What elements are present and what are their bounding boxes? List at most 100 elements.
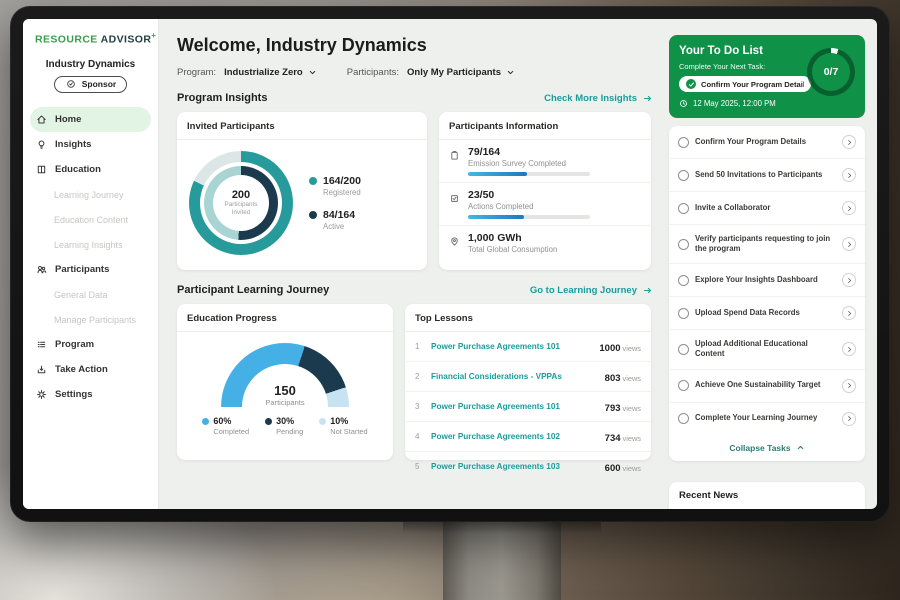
sidebar-item-education[interactable]: Education [23, 157, 158, 182]
todo-summary-card: Your To Do List Complete Your Next Task:… [669, 35, 865, 118]
task-open-button[interactable] [842, 237, 856, 251]
collapse-tasks-button[interactable]: Collapse Tasks [669, 435, 865, 461]
learning-journey-section-header: Participant Learning Journey Go to Learn… [177, 284, 653, 296]
task-open-button[interactable] [842, 273, 856, 287]
sidebar-item-settings[interactable]: Settings [23, 382, 158, 407]
card-title: Participants Information [439, 112, 651, 140]
task-row[interactable]: Send 50 Invitations to Participants [669, 159, 865, 192]
card-title: Invited Participants [177, 112, 427, 140]
program-select[interactable]: Industrialize Zero [224, 67, 317, 78]
link-label: Go to Learning Journey [530, 285, 637, 296]
task-open-button[interactable] [842, 412, 856, 426]
brand-resource: RESOURCE [35, 34, 98, 46]
go-to-learning-journey-link[interactable]: Go to Learning Journey [530, 285, 653, 296]
task-row[interactable]: Explore Your Insights Dashboard [669, 264, 865, 297]
task-open-button[interactable] [842, 379, 856, 393]
monitor-bezel: RESOURCE ADVISOR+ Industry Dynamics Spon… [10, 6, 890, 522]
participants-select-value: Only My Participants [407, 67, 501, 78]
chevron-down-icon [506, 68, 515, 77]
sidebar-item-manage-participants[interactable]: Manage Participants [23, 307, 158, 332]
check-more-insights-link[interactable]: Check More Insights [544, 93, 653, 104]
chevron-down-icon [308, 68, 317, 77]
chevron-right-icon [846, 172, 853, 179]
link-label: Check More Insights [544, 93, 637, 104]
task-row[interactable]: Upload Additional Educational Content [669, 330, 865, 369]
next-task-due: 12 May 2025, 12:00 PM [679, 99, 855, 108]
invited-donut-chart: 200 Participants Invited [189, 151, 293, 255]
task-checkbox[interactable] [678, 137, 689, 148]
monitor-stand [443, 520, 561, 600]
sidebar-item-label: Program [55, 339, 94, 350]
checklist-icon [449, 191, 460, 209]
participants-information-card: Participants Information 79/164 Emission… [439, 112, 651, 270]
learning-cards-row: Education Progress 150 Participants [177, 304, 653, 460]
task-checkbox[interactable] [678, 239, 689, 250]
book-icon [35, 164, 48, 175]
sidebar-item-learning-journey[interactable]: Learning Journey [23, 182, 158, 207]
task-open-button[interactable] [842, 342, 856, 356]
task-checkbox[interactable] [678, 203, 689, 214]
sidebar-item-label: Education [55, 164, 101, 175]
task-row[interactable]: Complete Your Learning Journey [669, 403, 865, 435]
task-row[interactable]: Confirm Your Program Details [669, 126, 865, 159]
arrow-right-icon [642, 94, 653, 103]
lesson-link[interactable]: Power Purchase Agreements 101 [431, 402, 597, 411]
task-checkbox[interactable] [678, 344, 689, 355]
sidebar-item-take-action[interactable]: Take Action [23, 357, 158, 382]
location-pin-icon [449, 234, 460, 252]
chevron-right-icon [846, 241, 853, 248]
task-open-button[interactable] [842, 306, 856, 320]
program-select-value: Industrialize Zero [224, 67, 303, 78]
sidebar-item-education-content[interactable]: Education Content [23, 207, 158, 232]
lesson-row: 3 Power Purchase Agreements 101 793views [405, 392, 651, 422]
task-row[interactable]: Upload Spend Data Records [669, 297, 865, 330]
card-title: Top Lessons [405, 304, 651, 332]
sidebar-item-label: General Data [54, 290, 108, 300]
sidebar-item-home[interactable]: Home [30, 107, 151, 132]
sidebar-item-label: Insights [55, 139, 91, 150]
lesson-link[interactable]: Power Purchase Agreements 102 [431, 432, 597, 441]
chevron-right-icon [846, 415, 853, 422]
section-title: Participant Learning Journey [177, 284, 329, 296]
sidebar-item-label: Participants [55, 264, 109, 275]
legend-dot [202, 418, 209, 425]
next-task-pill[interactable]: Confirm Your Program Details [679, 76, 811, 92]
lesson-row: 2 Financial Considerations - VPPAs 803vi… [405, 362, 651, 392]
top-lessons-card: Top Lessons 1 Power Purchase Agreements … [405, 304, 651, 460]
sidebar-item-learning-insights[interactable]: Learning Insights [23, 232, 158, 257]
progress-bar-fill [468, 215, 524, 219]
task-checkbox[interactable] [678, 380, 689, 391]
task-row[interactable]: Invite a Collaborator [669, 192, 865, 225]
org-block: Industry Dynamics Sponsor [23, 59, 158, 95]
legend-dot [319, 418, 326, 425]
participants-select[interactable]: Only My Participants [407, 67, 515, 78]
sidebar-item-general-data[interactable]: General Data [23, 282, 158, 307]
lesson-link[interactable]: Power Purchase Agreements 101 [431, 342, 591, 351]
chevron-right-icon [846, 205, 853, 212]
task-checkbox[interactable] [678, 413, 689, 424]
task-open-button[interactable] [842, 201, 856, 215]
task-row[interactable]: Verify participants requesting to join t… [669, 225, 865, 264]
program-filter-label: Program: [177, 67, 216, 78]
gear-icon [35, 389, 48, 400]
sidebar-item-insights[interactable]: Insights [23, 132, 158, 157]
legend-item-pending: 30% Pending [265, 416, 303, 436]
sidebar-item-program[interactable]: Program [23, 332, 158, 357]
task-checkbox[interactable] [678, 170, 689, 181]
lesson-row: 1 Power Purchase Agreements 101 1000view… [405, 332, 651, 362]
sidebar-item-participants[interactable]: Participants [23, 257, 158, 282]
task-open-button[interactable] [842, 135, 856, 149]
task-open-button[interactable] [842, 168, 856, 182]
lesson-link[interactable]: Power Purchase Agreements 103 [431, 462, 597, 471]
sidebar-item-label: Manage Participants [54, 315, 136, 325]
task-checkbox[interactable] [678, 308, 689, 319]
program-insights-section-header: Program Insights Check More Insights [177, 92, 653, 104]
task-row[interactable]: Achieve One Sustainability Target [669, 370, 865, 403]
task-checkbox[interactable] [678, 275, 689, 286]
recent-news-header[interactable]: Recent News [669, 482, 865, 509]
lightbulb-icon [35, 139, 48, 150]
section-title: Program Insights [177, 92, 267, 104]
sponsor-badge[interactable]: Sponsor [54, 76, 127, 93]
lesson-link[interactable]: Financial Considerations - VPPAs [431, 372, 597, 381]
sidebar-item-label: Home [55, 114, 81, 125]
